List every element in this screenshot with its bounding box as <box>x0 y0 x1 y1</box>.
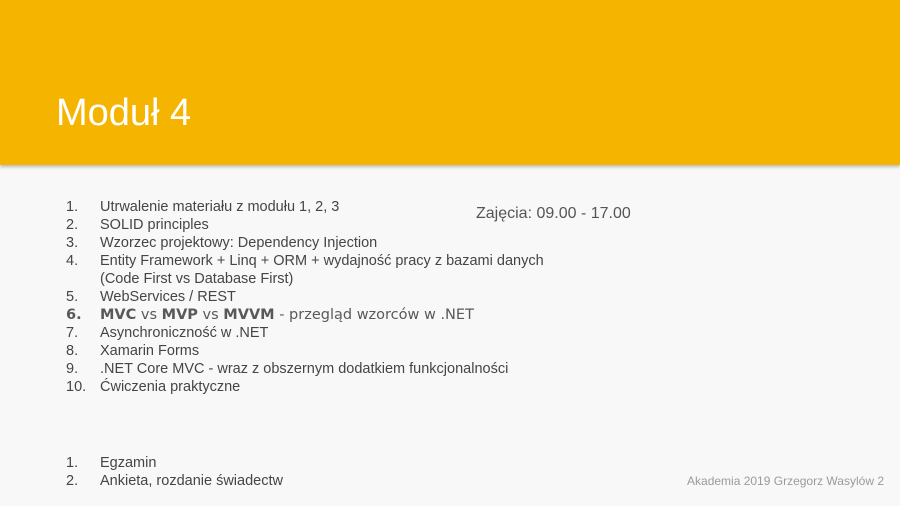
list-item: 5. WebServices / REST <box>66 289 236 305</box>
final-list: 1. Egzamin 2. Ankieta, rozdanie świadectw <box>66 454 466 490</box>
list-item: 8. Xamarin Forms <box>66 343 200 359</box>
list-item: 2. Ankieta, rozdanie świadectw <box>66 473 283 489</box>
list-item: 4. Entity Framework + Linq + ORM + wydajn… <box>66 253 544 269</box>
list-item-highlighted: 6. MVC vs MVP vs MVVM - przegląd wzorców… <box>66 307 474 323</box>
list-item: 1. Egzamin <box>66 455 157 471</box>
mvvm-label: MVVM <box>223 307 275 323</box>
list-item: 10. Ćwiczenia praktyczne <box>66 379 241 395</box>
list-item: 7. Asynchroniczność w .NET <box>66 325 269 341</box>
topics-list: 1. Utrwalenie materiału z modułu 1, 2, 3 … <box>66 198 626 396</box>
list-item: 9. .NET Core MVC - wraz z obszernym dodat… <box>66 361 509 377</box>
slide-title: Moduł 4 <box>56 92 192 134</box>
mvc-label: MVC <box>100 307 137 323</box>
list-item: 3. Wzorzec projektowy: Dependency Injecti… <box>66 235 378 251</box>
list-item-continuation: (Code First vs Database First) <box>100 271 294 287</box>
class-hours: Zajęcia: 09.00 - 17.00 <box>476 205 631 222</box>
slide-header: Moduł 4 <box>0 0 900 165</box>
slide-footer: Akademia 2019 Grzegorz Wasylów 2 <box>687 474 884 488</box>
mvp-label: MVP <box>161 307 198 323</box>
